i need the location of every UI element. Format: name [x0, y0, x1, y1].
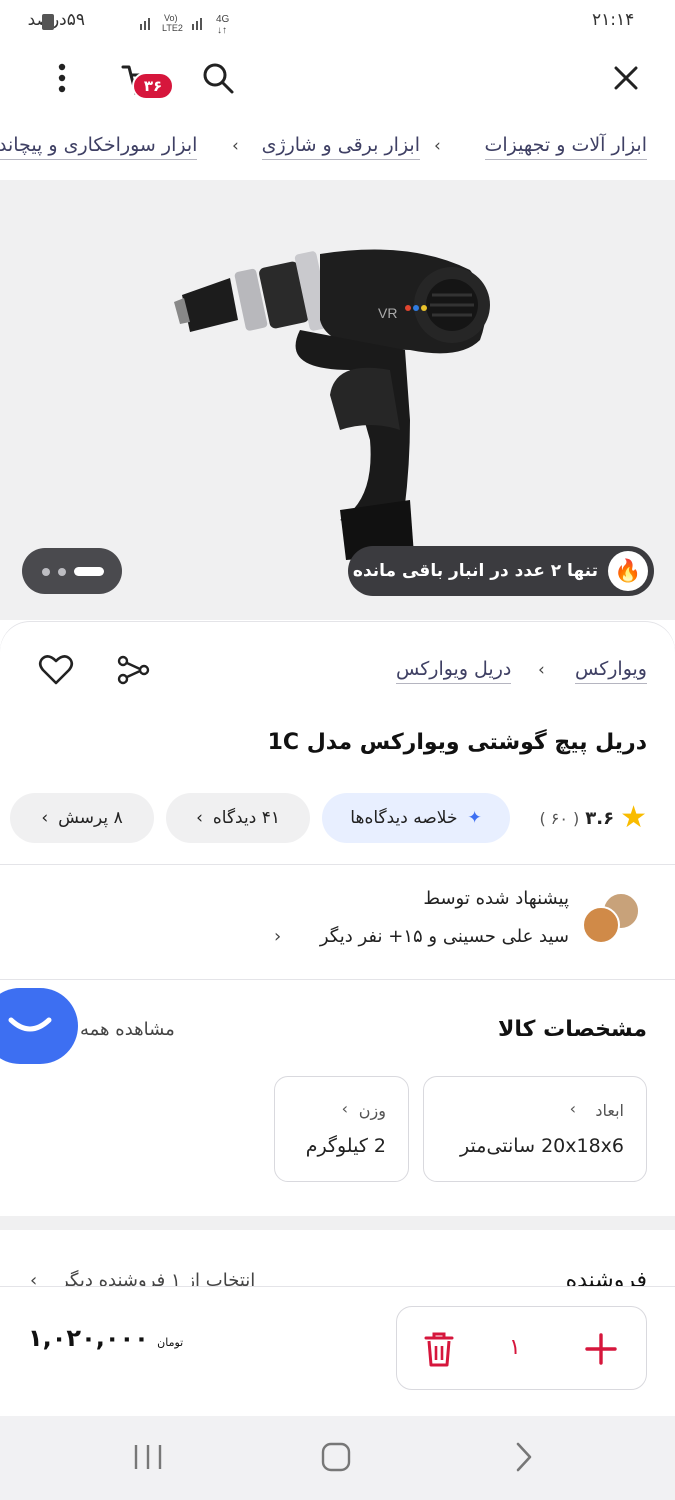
signal-icon: Vo) LTE2 4G ↓↑ — [140, 13, 230, 34]
spec-card[interactable]: ابعاد › 20x18x6 سانتی‌متر — [423, 1076, 647, 1182]
spec-label: ابعاد — [595, 1101, 624, 1120]
recommendation-title: پیشنهاد شده توسط — [423, 888, 569, 909]
product-title: دریل پیچ گوشتی ویوارکس مدل 1C — [267, 730, 647, 755]
brand-link[interactable]: ویوارکس — [574, 658, 647, 684]
home-icon[interactable] — [318, 1440, 354, 1474]
svg-text:VR: VR — [378, 305, 397, 321]
breadcrumb-item[interactable]: ابزار آلات و تجهیزات — [484, 134, 647, 160]
quantity-value: ۱ — [509, 1335, 521, 1360]
fire-icon: 🔥 — [608, 551, 648, 591]
ai-summary-chip[interactable]: ✦ خلاصه دیدگاه‌ها — [322, 793, 510, 843]
slide-dot-active — [74, 567, 104, 576]
battery-status: ۵۹درصد — [28, 10, 85, 30]
more-vertical-icon[interactable] — [42, 58, 82, 98]
quantity-stepper[interactable]: ۱ — [396, 1306, 647, 1390]
trash-icon[interactable] — [421, 1329, 457, 1369]
slide-dot — [42, 568, 50, 576]
chevron-left-icon[interactable]: › — [274, 926, 281, 947]
battery-text: ۵۹درصد — [27, 10, 85, 30]
chat-fab-button[interactable] — [0, 988, 78, 1064]
ai-summary-label: خلاصه دیدگاه‌ها — [350, 808, 458, 828]
heart-icon[interactable] — [36, 650, 76, 690]
other-sellers-link[interactable]: انتخاب از ۱ فروشنده دیگر — [60, 1270, 255, 1286]
svg-text:LTE2: LTE2 — [162, 23, 183, 33]
seller-title: فروشنده — [565, 1268, 647, 1286]
rating-count: ( ۶۰ ) — [539, 808, 580, 828]
breadcrumb-item[interactable]: ابزار برقی و شارژی — [261, 134, 420, 160]
rating[interactable]: ★ ۳.۶ ( ۶۰ ) — [539, 796, 647, 840]
section-separator — [0, 1216, 675, 1230]
divider — [0, 864, 675, 865]
comments-label: ۴۱ دیدگاه — [212, 808, 280, 828]
breadcrumb-item[interactable]: ابزار سوراخکاری و پیچاند — [0, 134, 198, 160]
status-bar: ۲۱:۱۴ ۵۹درصد Vo) LTE2 4G ↓↑ — [0, 0, 675, 44]
chevron-left-icon: ‹ — [30, 1270, 38, 1286]
smile-icon — [8, 1017, 52, 1032]
divider — [0, 979, 675, 980]
chevron-left-icon: › — [341, 1099, 348, 1118]
share-icon[interactable] — [114, 650, 154, 690]
specs-title: مشخصات کالا — [497, 1017, 647, 1042]
status-time: ۲۱:۱۴ — [592, 10, 635, 30]
recent-apps-icon[interactable] — [130, 1442, 166, 1472]
stock-warning-badge: 🔥 تنها ۲ عدد در انبار باقی مانده — [348, 546, 654, 596]
rating-value: ۳.۶ — [585, 807, 615, 829]
cart-count-badge: ۳۶ — [132, 72, 174, 100]
svg-text:↓↑: ↓↑ — [217, 25, 227, 34]
recommendation-by: سید علی حسینی و ۱۵+ نفر دیگر — [319, 926, 569, 947]
chevron-left-icon: › — [41, 808, 49, 828]
close-icon[interactable] — [606, 58, 646, 98]
chevron-left-icon: ‹ — [434, 136, 441, 156]
avatar — [582, 906, 620, 944]
search-icon[interactable] — [198, 58, 238, 98]
spec-label: وزن — [358, 1101, 386, 1120]
seller-row[interactable]: فروشنده انتخاب از ۱ فروشنده دیگر ‹ — [0, 1230, 675, 1286]
spec-value: 2 کیلوگرم — [305, 1135, 386, 1157]
questions-chip[interactable]: ۸ پرسش › — [10, 793, 154, 843]
specs-see-all-link[interactable]: مشاهده همه — [80, 1019, 175, 1040]
chevron-left-icon: › — [569, 1099, 576, 1118]
breadcrumb: ابزار آلات و تجهیزات ‹ ابزار برقی و شارژ… — [0, 122, 675, 166]
currency-label: تومان — [157, 1336, 184, 1349]
chevron-left-icon: ‹ — [538, 660, 545, 680]
questions-label: ۸ پرسش — [58, 808, 123, 828]
recommendation-row[interactable] — [0, 880, 675, 960]
sparkle-icon: ✦ — [467, 808, 482, 828]
back-icon[interactable] — [508, 1440, 538, 1474]
stock-text: تنها ۲ عدد در انبار باقی مانده — [352, 561, 598, 581]
battery-icon — [42, 14, 54, 30]
chevron-left-icon: › — [196, 808, 203, 828]
category-link[interactable]: دریل ویوارکس — [396, 658, 512, 684]
network-type: 4G — [216, 14, 230, 25]
spec-card[interactable]: وزن › 2 کیلوگرم — [274, 1076, 409, 1182]
svg-text:Vo): Vo) — [164, 13, 178, 23]
slide-dot — [58, 568, 66, 576]
price-value: ۱,۰۲۰,۰۰۰ — [28, 1324, 149, 1352]
price: تومان ۱,۰۲۰,۰۰۰ — [28, 1324, 189, 1352]
system-nav-bar — [0, 1416, 675, 1500]
comments-chip[interactable]: ۴۱ دیدگاه › — [166, 793, 310, 843]
plus-icon[interactable] — [583, 1331, 619, 1367]
product-image: VR — [174, 249, 490, 560]
slide-indicator — [22, 548, 122, 594]
star-icon: ★ — [620, 800, 647, 835]
spec-value: 20x18x6 سانتی‌متر — [460, 1135, 624, 1157]
chevron-left-icon: ‹ — [232, 136, 239, 156]
header — [0, 44, 675, 110]
